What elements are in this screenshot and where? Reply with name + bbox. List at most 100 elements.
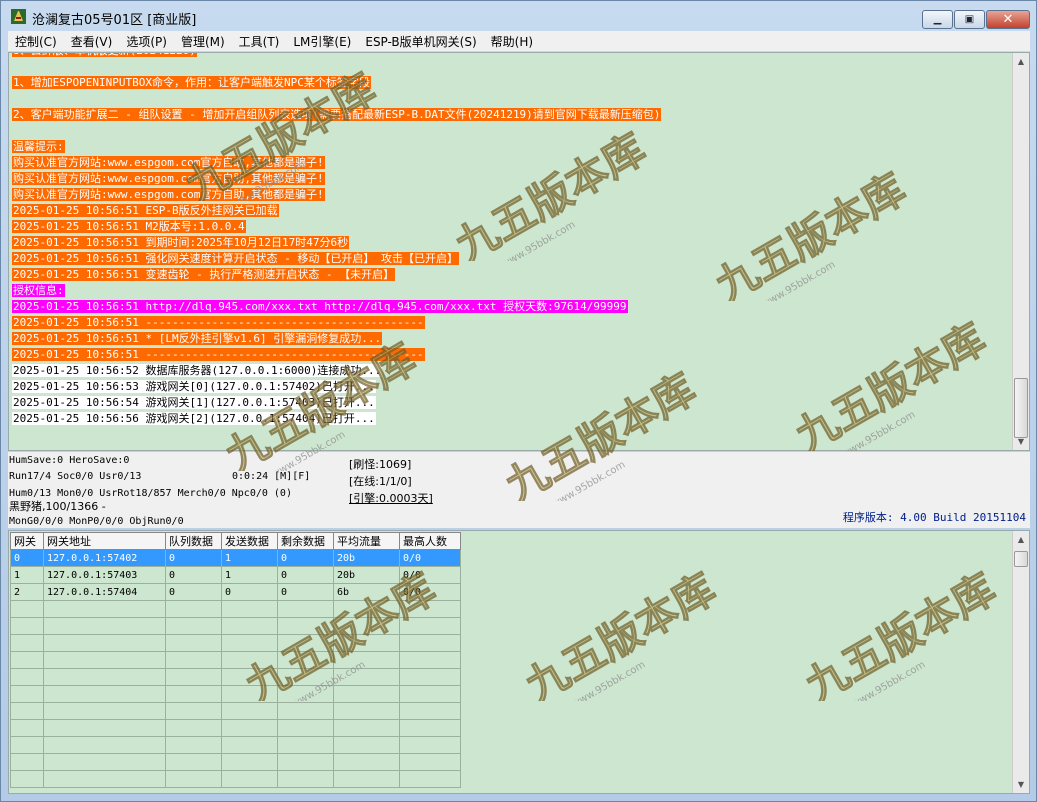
gateway-grid[interactable]: 网关 网关地址 队列数据 发送数据 剩余数据 平均流量 最高人数 0 127.0.… (8, 530, 1030, 794)
app-icon (11, 9, 26, 24)
log-line: 2、客户端功能扩展二 - 组队设置 - 增加开启组队列表选项(需要搭配最新ESP… (12, 107, 662, 123)
table-cell-empty (333, 753, 400, 771)
table-cell-empty (165, 770, 222, 788)
table-cell-empty (221, 634, 278, 652)
menu-options[interactable]: 选项(P) (119, 33, 174, 50)
grid-scrollbar[interactable]: ▲ ▼ (1012, 531, 1029, 793)
col-remain[interactable]: 剩余数据 (277, 532, 334, 550)
table-cell-empty (399, 753, 461, 771)
table-row[interactable]: 1 127.0.0.1:57403 0 1 0 20b 0/0 (10, 566, 461, 584)
log-line-text: 1、增加ESPOPENINPUTBOX命令，作用：让客户端触发NPC某个标签字段 (12, 76, 371, 89)
table-cell-empty (277, 719, 334, 737)
log-line-text: 2、客户端功能扩展二 - 组队设置 - 增加开启组队列表选项(需要搭配最新ESP… (12, 108, 662, 121)
col-max-users[interactable]: 最高人数 (399, 532, 461, 550)
table-cell-empty (399, 651, 461, 669)
menu-control[interactable]: 控制(C) (8, 33, 64, 50)
maximize-icon: ▣ (964, 14, 975, 25)
log-scroll-thumb[interactable] (1014, 378, 1028, 438)
close-icon: ✕ (1002, 12, 1014, 27)
table-cell-empty (10, 685, 44, 703)
col-avg-flow[interactable]: 平均流量 (333, 532, 400, 550)
status-uptime: 0:0:24 [M][F] (232, 471, 311, 482)
title-bar[interactable]: 沧澜复古05号01区 [商业版] ▁ ▣ ✕ (1, 1, 1036, 31)
grid-scroll-thumb[interactable] (1014, 551, 1028, 567)
log-line: 2025-01-25 10:56:51 强化网关速度计算开启状态 - 移动【已开… (12, 251, 661, 267)
menu-view[interactable]: 查看(V) (64, 33, 120, 50)
log-line: 2025-01-25 10:56:51 变速齿轮 - 执行严格测速开启状态 - … (12, 267, 661, 283)
col-queue[interactable]: 队列数据 (165, 532, 222, 550)
menu-lm-engine[interactable]: LM引擎(E) (286, 33, 358, 50)
col-address[interactable]: 网关地址 (43, 532, 166, 550)
col-gateway[interactable]: 网关 (10, 532, 44, 550)
table-cell-empty (43, 736, 166, 754)
menu-manage[interactable]: 管理(M) (174, 33, 232, 50)
table-cell-empty (333, 685, 400, 703)
table-cell-empty (221, 770, 278, 788)
table-cell-empty (277, 770, 334, 788)
table-cell-empty (399, 770, 461, 788)
table-row-empty (10, 685, 461, 703)
maximize-button[interactable]: ▣ (954, 10, 985, 29)
log-line-text: 2025-01-25 10:56:51 * [LM反外挂引擎v1.6] 引擎漏洞… (12, 332, 383, 345)
table-cell-empty (43, 600, 166, 618)
table-row-empty (10, 736, 461, 754)
table-cell-empty (333, 668, 400, 686)
menu-help[interactable]: 帮助(H) (484, 33, 540, 50)
table-cell-empty (333, 736, 400, 754)
log-line-text: 购买认准官方网站:www.espgom.com官方自助,其他都是骗子! (12, 188, 325, 201)
table-cell-empty (165, 719, 222, 737)
table-cell: 0 (277, 566, 334, 584)
table-cell-empty (10, 719, 44, 737)
table-cell-empty (399, 736, 461, 754)
menu-espb-gateway[interactable]: ESP-B版单机网关(S) (358, 33, 483, 50)
gateway-table: 网关 网关地址 队列数据 发送数据 剩余数据 平均流量 最高人数 0 127.0.… (10, 532, 461, 788)
table-cell: 0 (277, 583, 334, 601)
log-line: 1、增加ESPOPENINPUTBOX命令，作用：让客户端触发NPC某个标签字段 (12, 75, 661, 91)
table-cell-empty (165, 685, 222, 703)
table-cell: 0 (10, 549, 44, 567)
log-line: 授权信息: (12, 283, 661, 299)
table-cell-empty (277, 685, 334, 703)
table-cell-empty (333, 651, 400, 669)
table-cell-empty (277, 702, 334, 720)
program-version: 程序版本: 4.00 Build 20151104 (842, 511, 1026, 524)
table-row[interactable]: 0 127.0.0.1:57402 0 1 0 20b 0/0 (10, 549, 461, 567)
log-line: 2025-01-25 10:56:56 游戏网关[2](127.0.0.1:57… (12, 411, 661, 427)
scroll-up-icon[interactable]: ▲ (1013, 53, 1029, 70)
status-panel: HumSave:0 HeroSave:0 Run17/4 Soc0/0 Usr0… (8, 452, 1030, 528)
col-send[interactable]: 发送数据 (221, 532, 278, 550)
table-cell-empty (10, 736, 44, 754)
log-scrollbar[interactable]: ▲ ▼ (1012, 53, 1029, 450)
table-cell: 0 (277, 549, 334, 567)
table-cell-empty (221, 668, 278, 686)
minimize-button[interactable]: ▁ (922, 10, 953, 29)
log-line-text: 2025-01-25 10:56:53 游戏网关[0](127.0.0.1:57… (12, 380, 376, 393)
table-cell-empty (277, 753, 334, 771)
log-line-text: 8、去鲜版、单机版更新(20241220) (12, 53, 197, 57)
menu-tools[interactable]: 工具(T) (232, 33, 287, 50)
table-row[interactable]: 2 127.0.0.1:57404 0 0 0 6b 0/0 (10, 583, 461, 601)
table-cell-empty (399, 719, 461, 737)
table-cell-empty (333, 617, 400, 635)
close-button[interactable]: ✕ (986, 10, 1030, 29)
log-panel[interactable]: 8、去鲜版、单机版更新(20241220) 1、增加ESPOPENINPUTBOX… (8, 52, 1030, 451)
table-row-empty (10, 753, 461, 771)
log-line: 购买认准官方网站:www.espgom.com官方自助,其他都是骗子! (12, 171, 661, 187)
log-line-text: 温馨提示: (12, 140, 65, 153)
log-line: 2025-01-25 10:56:54 游戏网关[1](127.0.0.1:57… (12, 395, 661, 411)
scroll-down-icon[interactable]: ▼ (1013, 433, 1029, 450)
table-cell-empty (43, 617, 166, 635)
grid-scroll-up-icon[interactable]: ▲ (1013, 531, 1029, 548)
table-cell: 0 (165, 566, 222, 584)
grid-scroll-down-icon[interactable]: ▼ (1013, 776, 1029, 793)
table-cell-empty (43, 668, 166, 686)
table-cell-empty (165, 634, 222, 652)
log-line: 8、去鲜版、单机版更新(20241220) (12, 53, 661, 59)
table-cell-empty (221, 685, 278, 703)
table-cell-empty (333, 634, 400, 652)
table-cell-empty (333, 770, 400, 788)
table-row-empty (10, 702, 461, 720)
table-cell-empty (221, 736, 278, 754)
table-row-empty (10, 770, 461, 788)
